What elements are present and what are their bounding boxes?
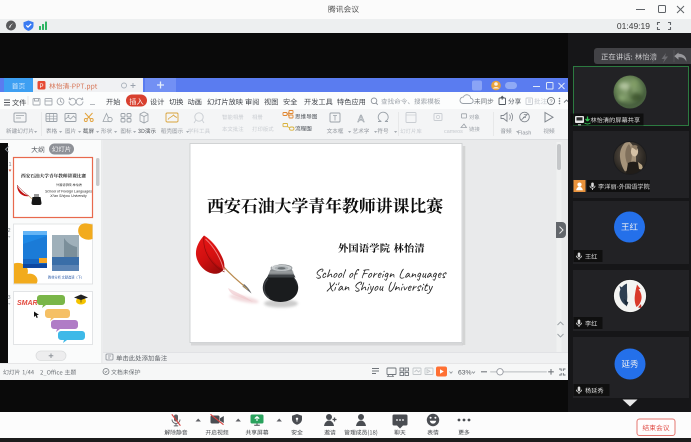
svg-text:01:49:19: 01:49:19 — [617, 21, 650, 31]
svg-text:cameos: cameos — [444, 129, 463, 135]
svg-text:A: A — [358, 114, 365, 125]
svg-text:?: ? — [549, 99, 552, 105]
svg-text:Flash: Flash — [518, 131, 532, 137]
svg-text:Xi'an Shiyou University: Xi'an Shiyou University — [49, 194, 87, 198]
svg-text:教材分析 文献选读（下）: 教材分析 文献选读（下） — [48, 275, 84, 280]
svg-text:2: 2 — [7, 228, 10, 234]
svg-text:63%: 63% — [458, 369, 472, 376]
svg-text:1: 1 — [8, 162, 11, 168]
svg-text:P: P — [39, 84, 43, 90]
svg-text:3: 3 — [7, 295, 10, 301]
